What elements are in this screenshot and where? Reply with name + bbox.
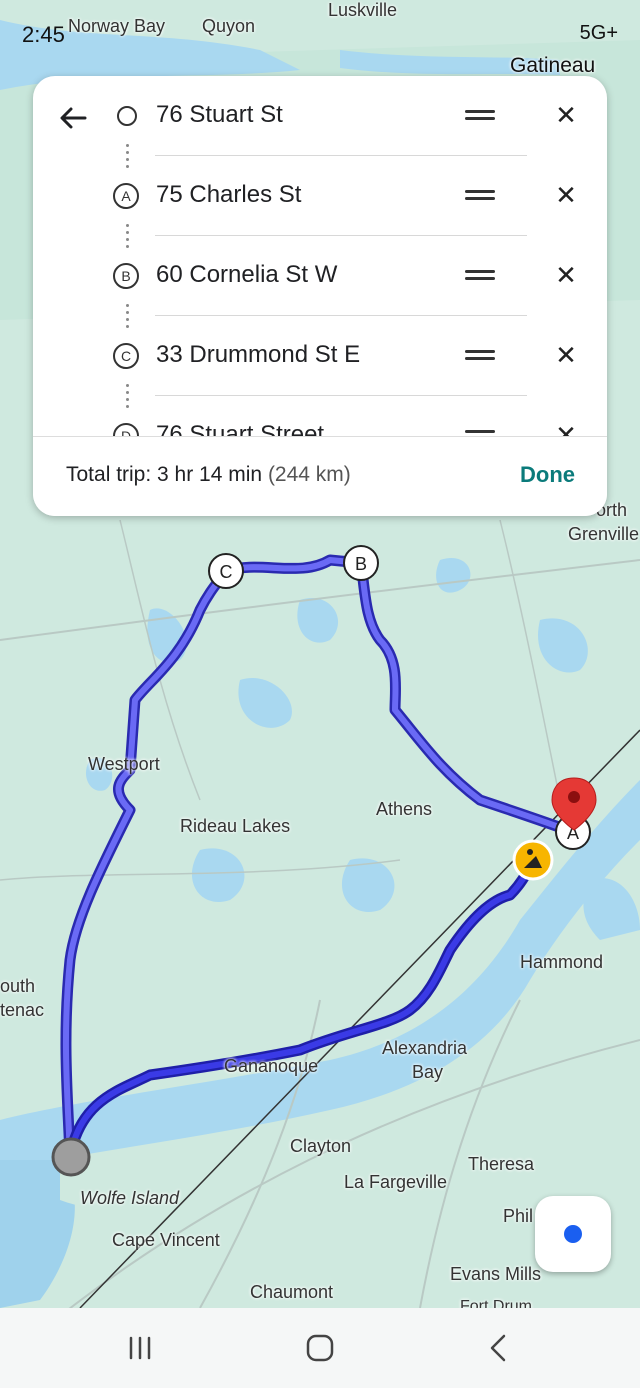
origin-circle-icon bbox=[117, 106, 137, 126]
waypoint-b-label: B bbox=[355, 554, 367, 574]
stop-text-b[interactable]: 60 Cornelia St W bbox=[156, 261, 337, 289]
navigation-bar bbox=[0, 1308, 640, 1388]
map-label-alexandria-bay-2: Bay bbox=[412, 1062, 444, 1082]
total-trip-distance: (244 km) bbox=[267, 463, 351, 486]
remove-stop-icon[interactable]: ✕ bbox=[555, 180, 577, 211]
stop-row-origin[interactable]: 76 Stuart St ✕ bbox=[33, 76, 607, 156]
home-icon[interactable] bbox=[300, 1330, 340, 1366]
stop-row-b[interactable]: B 60 Cornelia St W ✕ bbox=[33, 236, 607, 316]
map-label-hammond: Hammond bbox=[520, 952, 604, 972]
status-bar: 2:45 5G+ bbox=[0, 0, 640, 70]
stop-row-a[interactable]: A 75 Charles St ✕ bbox=[33, 156, 607, 236]
map-label-rideau-lakes: Rideau Lakes bbox=[180, 816, 291, 836]
drag-handle-icon[interactable] bbox=[465, 108, 495, 122]
map-label-frontenac: tenac bbox=[0, 1000, 45, 1020]
stop-text-c[interactable]: 33 Drummond St E bbox=[156, 341, 360, 369]
map-label-south: outh bbox=[0, 976, 36, 996]
origin-marker[interactable] bbox=[51, 1137, 91, 1177]
waypoint-b-marker[interactable]: B bbox=[343, 545, 379, 581]
my-location-button[interactable] bbox=[535, 1196, 611, 1272]
directions-card: 76 Stuart St ✕ A 75 Charles St ✕ B 60 Co… bbox=[33, 76, 607, 516]
done-button[interactable]: Done bbox=[514, 461, 581, 489]
trip-summary: Total trip: 3 hr 14 min (244 km) Done bbox=[33, 437, 607, 516]
status-network: 5G+ bbox=[579, 22, 618, 44]
map-label-theresa: Theresa bbox=[468, 1154, 535, 1174]
waypoint-c-label: C bbox=[220, 562, 233, 582]
map-label-cape-vincent: Cape Vincent bbox=[112, 1230, 220, 1250]
drag-handle-icon[interactable] bbox=[465, 268, 495, 282]
stop-marker-c: C bbox=[113, 343, 139, 369]
map-label-chaumont: Chaumont bbox=[250, 1282, 334, 1302]
total-trip-duration: Total trip: 3 hr 14 min bbox=[66, 463, 263, 486]
remove-stop-icon[interactable]: ✕ bbox=[555, 260, 577, 291]
map-label-north-grenville-2: Grenville bbox=[568, 524, 640, 544]
map-label-la-fargeville: La Fargeville bbox=[344, 1172, 448, 1192]
remove-stop-icon[interactable]: ✕ bbox=[555, 340, 577, 371]
map-label-gananoque: Gananoque bbox=[224, 1056, 319, 1076]
waypoint-c-marker[interactable]: C bbox=[208, 553, 244, 589]
drag-handle-icon[interactable] bbox=[465, 188, 495, 202]
stop-row-c[interactable]: C 33 Drummond St E ✕ bbox=[33, 316, 607, 396]
drag-handle-icon[interactable] bbox=[465, 348, 495, 362]
back-icon[interactable] bbox=[478, 1330, 518, 1366]
total-trip-text: Total trip: 3 hr 14 min (244 km) bbox=[66, 463, 351, 487]
stop-marker-b: B bbox=[113, 263, 139, 289]
map-label-clayton: Clayton bbox=[290, 1136, 352, 1156]
map-label-phil: Phil bbox=[503, 1206, 534, 1226]
map-label-wolfe-island: Wolfe Island bbox=[80, 1188, 180, 1208]
map-label-alexandria-bay-1: Alexandria bbox=[382, 1038, 468, 1058]
stop-marker-a: A bbox=[113, 183, 139, 209]
status-time: 2:45 bbox=[22, 22, 65, 47]
recent-apps-icon[interactable] bbox=[120, 1330, 160, 1366]
stop-text-origin[interactable]: 76 Stuart St bbox=[156, 101, 283, 129]
map-label-athens: Athens bbox=[376, 799, 433, 819]
road-work-icon[interactable] bbox=[512, 839, 554, 881]
stop-text-a[interactable]: 75 Charles St bbox=[156, 181, 301, 209]
map-label-evans-mills: Evans Mills bbox=[450, 1264, 542, 1284]
remove-stop-icon[interactable]: ✕ bbox=[555, 100, 577, 131]
map-label-westport: Westport bbox=[88, 754, 160, 774]
